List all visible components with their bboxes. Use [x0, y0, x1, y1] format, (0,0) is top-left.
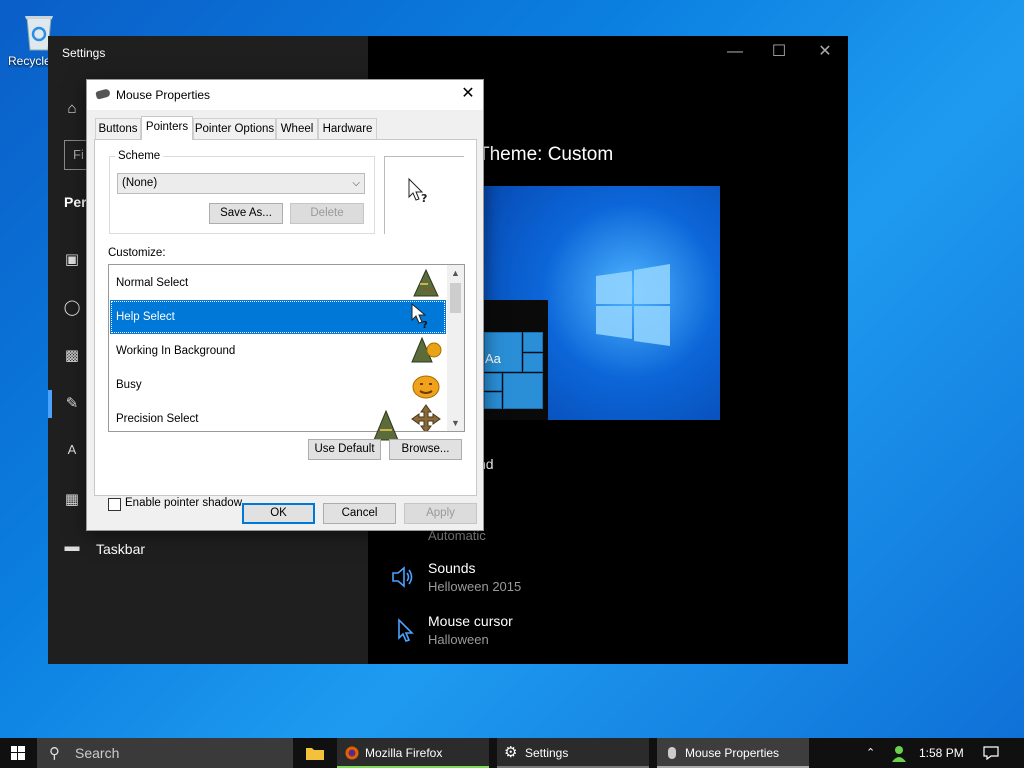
witch-hat-pumpkin-icon — [411, 336, 442, 363]
pointers-panel: Scheme (None) ⌵ Save As... Delete ? Cust… — [94, 139, 477, 511]
start-icon[interactable]: ▦ — [62, 490, 82, 510]
settings-title: Settings — [62, 46, 106, 60]
help-select-preview-icon: ? — [408, 177, 427, 205]
use-default-button[interactable]: Use Default — [308, 439, 381, 460]
background-icon[interactable]: ▣ — [62, 250, 82, 270]
sidebar-item-taskbar[interactable]: Taskbar — [96, 541, 145, 557]
scheme-value: (None) — [122, 177, 158, 189]
taskbar-settings[interactable]: ⚙ Settings — [497, 738, 649, 768]
mouse-properties-dialog: Mouse Properties ✕ Buttons Pointers Poin… — [86, 79, 484, 531]
taskbar-nav-icon[interactable]: ▬ — [62, 538, 82, 558]
dialog-title: Mouse Properties — [116, 88, 211, 102]
fonts-icon[interactable]: A — [62, 442, 82, 462]
lock-screen-icon[interactable]: ▩ — [62, 346, 82, 366]
show-hidden-icons-chevron-icon[interactable]: ⌃ — [866, 738, 875, 768]
pointer-name: Normal Select — [116, 277, 189, 289]
tab-buttons[interactable]: Buttons — [95, 118, 141, 139]
customize-label: Customize: — [108, 247, 166, 259]
scheme-label: Scheme — [115, 150, 164, 162]
taskbar-search-input[interactable]: ⚲ Search — [37, 738, 293, 768]
ok-button[interactable]: OK — [242, 503, 315, 524]
colors-icon[interactable]: ◯ — [62, 298, 82, 318]
firefox-label: Mozilla Firefox — [365, 746, 443, 760]
network-user-icon[interactable] — [890, 744, 908, 762]
scheme-dropdown[interactable]: (None) ⌵ — [117, 173, 365, 194]
speaker-icon — [390, 564, 416, 590]
cancel-button[interactable]: Cancel — [323, 503, 396, 524]
mouse-cursor-title: Mouse cursor — [428, 613, 513, 629]
dialog-close-button[interactable]: ✕ — [453, 80, 483, 110]
mouse-cursor-value: Halloween — [428, 632, 489, 647]
pointer-name: Busy — [116, 379, 142, 391]
taskbar-mouse-properties[interactable]: Mouse Properties — [657, 738, 809, 768]
svg-text:?: ? — [422, 320, 428, 331]
witch-hat-icon — [373, 410, 399, 441]
folder-icon — [306, 748, 324, 760]
save-as-button[interactable]: Save As... — [209, 203, 283, 224]
cursor-preview: ? — [384, 156, 464, 234]
scroll-thumb[interactable] — [450, 283, 461, 313]
list-item[interactable]: Busy — [110, 368, 446, 402]
scroll-up-icon[interactable]: ▲ — [447, 265, 464, 281]
pointer-name: Working In Background — [116, 345, 236, 357]
svg-text:?: ? — [421, 192, 427, 205]
cursor-icon — [390, 617, 416, 643]
tab-pointer-options[interactable]: Pointer Options — [193, 118, 276, 139]
clock[interactable]: 1:58 PM — [919, 738, 964, 768]
tab-hardware[interactable]: Hardware — [318, 118, 377, 139]
sounds-value: Helloween 2015 — [428, 579, 522, 594]
mouse-icon — [668, 747, 676, 759]
firefox-icon — [345, 746, 359, 760]
start-button[interactable] — [0, 738, 36, 768]
maximize-button[interactable]: ☐ — [756, 36, 802, 68]
list-item[interactable]: Working In Background — [110, 334, 446, 368]
mouse-icon — [95, 88, 111, 100]
taskbar-firefox[interactable]: Mozilla Firefox — [337, 738, 489, 768]
list-item[interactable]: Help Select ? — [110, 300, 446, 334]
delete-button[interactable]: Delete — [290, 203, 364, 224]
checkbox-box[interactable] — [108, 498, 121, 511]
themes-icon[interactable]: ✎ — [62, 394, 82, 414]
selected-indicator — [48, 390, 52, 418]
search-icon: ⚲ — [49, 745, 60, 762]
dialog-titlebar[interactable]: Mouse Properties ✕ — [87, 80, 483, 110]
list-scrollbar[interactable]: ▲ ▼ — [447, 265, 464, 431]
apply-button[interactable]: Apply — [404, 503, 477, 524]
sounds-title: Sounds — [428, 560, 476, 576]
pumpkin-icon — [412, 375, 440, 399]
settings-label: Settings — [525, 746, 569, 760]
witch-hat-arrow-icon — [413, 268, 439, 297]
notification-icon[interactable] — [983, 746, 999, 760]
help-select-icon: ? — [411, 302, 428, 331]
chevron-down-icon: ⌵ — [352, 178, 360, 189]
pointer-name: Help Select — [116, 311, 175, 323]
mouse-properties-label: Mouse Properties — [685, 746, 780, 760]
theme-title: Theme: Custom — [478, 144, 614, 165]
pointer-shadow-label: Enable pointer shadow — [125, 497, 242, 509]
list-item[interactable]: Normal Select — [110, 266, 446, 300]
scroll-down-icon[interactable]: ▼ — [447, 415, 464, 431]
pointer-name: Precision Select — [116, 413, 199, 425]
minimize-button[interactable]: — — [712, 36, 758, 68]
tab-wheel[interactable]: Wheel — [276, 118, 318, 139]
preview-sample-text: Aa — [485, 351, 501, 366]
tab-pointers[interactable]: Pointers — [141, 116, 193, 140]
taskbar: ⚲ Search Mozilla Firefox ⚙ Settings Mous… — [0, 738, 1024, 768]
browse-button[interactable]: Browse... — [389, 439, 462, 460]
home-icon[interactable]: ⌂ — [62, 100, 82, 120]
file-explorer-button[interactable] — [298, 738, 332, 768]
gear-icon: ⚙ — [504, 744, 518, 761]
move-cross-icon — [411, 404, 441, 431]
windows-logo-icon — [11, 746, 25, 760]
pointer-list[interactable]: Normal Select Help Select ? Working In B… — [108, 264, 465, 432]
search-placeholder: Search — [75, 745, 120, 761]
section-heading: Per — [64, 194, 87, 210]
close-button[interactable]: ✕ — [802, 36, 848, 68]
